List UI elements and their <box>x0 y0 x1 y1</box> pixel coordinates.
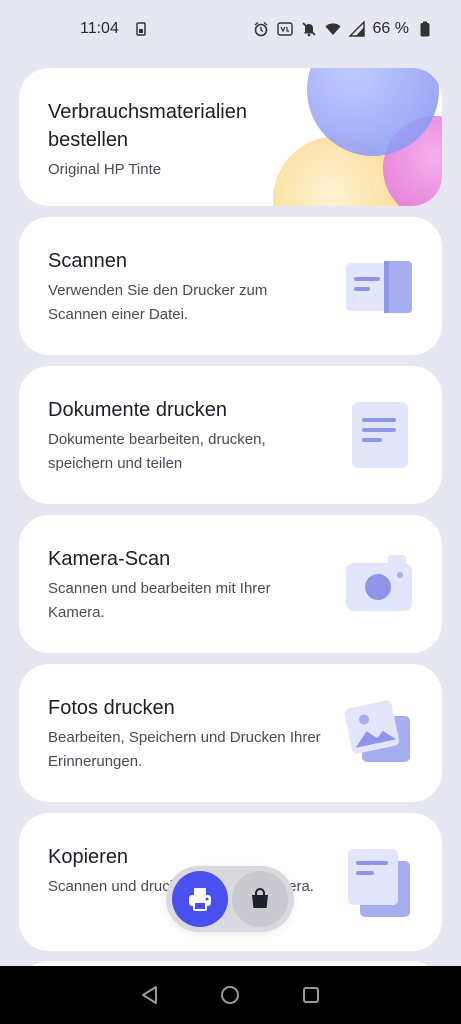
card-scan[interactable]: Scannen Verwenden Sie den Drucker zum Sc… <box>19 217 442 355</box>
card-title: Fotos drucken <box>48 697 175 719</box>
volte-icon <box>276 22 293 36</box>
recents-icon[interactable] <box>300 984 322 1006</box>
camera-icon <box>346 555 412 611</box>
mute-icon <box>301 22 316 37</box>
shopping-bag-icon <box>252 888 268 908</box>
card-title: Verbrauchsmaterialien bestellen <box>48 101 247 151</box>
printer-icon <box>189 888 211 911</box>
card-order-supplies[interactable]: Verbrauchsmaterialien bestellen Original… <box>19 68 442 206</box>
card-camera-scan[interactable]: Kamera-Scan Scannen und bearbeiten mit I… <box>19 515 442 653</box>
card-title: Kamera-Scan <box>48 548 171 570</box>
wifi-icon <box>325 23 341 35</box>
signal-icon <box>348 21 365 37</box>
floating-action-group <box>166 866 294 932</box>
card-print-photos[interactable]: Fotos drucken Bearbeiten, Speichern und … <box>19 664 442 802</box>
print-fab-button[interactable] <box>172 871 228 927</box>
card-print-documents[interactable]: Dokumente drucken Dokumente bearbeiten, … <box>19 366 442 504</box>
card-title: Scannen <box>48 250 127 272</box>
card-subtitle: Dokumente bearbeiten, drucken, speichern… <box>48 431 266 472</box>
copy-icon <box>348 849 410 917</box>
status-bar: 11:04 66 % <box>0 0 461 58</box>
home-icon[interactable] <box>219 984 241 1006</box>
card-subtitle: Original HP Tinte <box>48 161 162 178</box>
back-icon[interactable] <box>139 984 161 1006</box>
card-subtitle: Verwenden Sie den Drucker zum Scannen ei… <box>48 282 268 323</box>
battery-percent: 66 % <box>372 20 409 37</box>
alarm-icon <box>254 21 267 37</box>
card-title: Dokumente drucken <box>48 399 227 421</box>
status-time: 11:04 <box>80 20 119 37</box>
system-nav-bar <box>0 966 461 1024</box>
feature-card-list: Verbrauchsmaterialien bestellen Original… <box>19 68 442 962</box>
card-title: Kopieren <box>48 846 129 868</box>
card-subtitle: Bearbeiten, Speichern und Drucken Ihrer … <box>48 729 321 770</box>
document-icon <box>352 402 408 468</box>
sim-icon <box>136 22 146 36</box>
card-subtitle: Scannen und bearbeiten mit Ihrer Kamera. <box>48 580 271 621</box>
battery-icon <box>420 21 430 37</box>
scanner-icon <box>346 261 412 313</box>
shop-fab-button[interactable] <box>232 871 288 927</box>
photo-icon <box>344 700 410 762</box>
